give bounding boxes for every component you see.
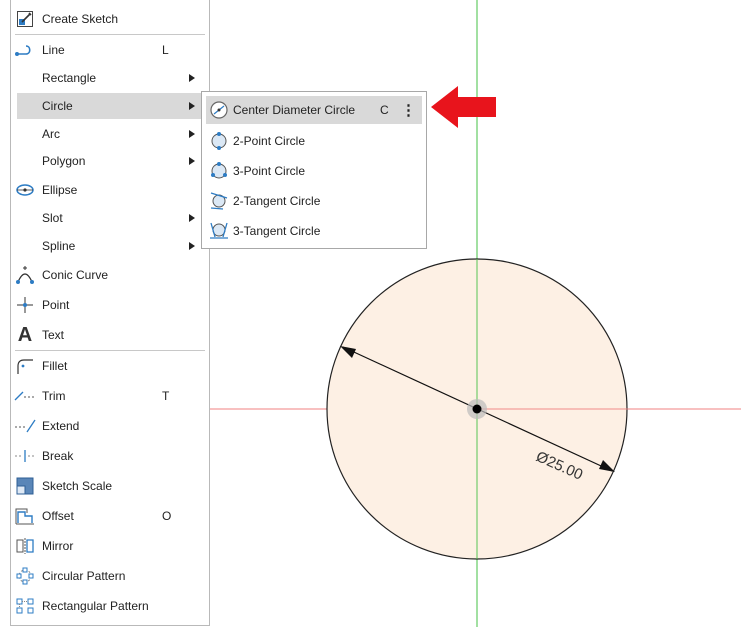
submenu-arrow-icon	[189, 74, 195, 82]
line-icon	[14, 40, 36, 60]
submenu-arrow-icon	[189, 130, 195, 138]
menu-item-fillet[interactable]: Fillet	[11, 353, 209, 379]
more-options-icon[interactable]: ⋮	[401, 101, 416, 119]
menu-item-point[interactable]: Point	[11, 292, 209, 318]
text-icon: A	[17, 323, 33, 346]
menu-item-trim[interactable]: Trim T	[11, 383, 209, 409]
conic-curve-icon	[14, 265, 36, 285]
circle-submenu: Center Diameter Circle C ⋮ 2-Point Circl…	[201, 91, 427, 249]
submenu-arrow-icon	[189, 214, 195, 222]
menu-item-text[interactable]: A Text	[11, 322, 209, 348]
point-icon	[14, 295, 36, 315]
fillet-icon	[14, 356, 36, 376]
rectangular-pattern-icon	[14, 596, 36, 616]
center-diameter-circle-icon	[208, 100, 230, 120]
submenu-arrow-icon	[189, 102, 195, 110]
menu-item-slot[interactable]: Slot	[11, 205, 209, 231]
break-icon	[14, 446, 36, 466]
menu-item-polygon[interactable]: Polygon	[11, 148, 209, 174]
menu-item-circular-pattern[interactable]: Circular Pattern	[11, 563, 209, 589]
menu-item-spline[interactable]: Spline	[11, 233, 209, 259]
offset-icon	[14, 506, 36, 526]
trim-icon	[14, 386, 36, 406]
menu-item-sketch-scale[interactable]: Sketch Scale	[11, 473, 209, 499]
submenu-item-center-diameter-circle[interactable]: Center Diameter Circle C ⋮	[206, 96, 422, 124]
submenu-arrow-icon	[189, 242, 195, 250]
menu-item-conic-curve[interactable]: Conic Curve	[11, 262, 209, 288]
menu-item-break[interactable]: Break	[11, 443, 209, 469]
create-menu: Create Sketch Line L Rectangle Circle Ar…	[10, 0, 210, 626]
menu-item-offset[interactable]: Offset O	[11, 503, 209, 529]
menu-item-rectangle[interactable]: Rectangle	[11, 65, 209, 91]
menu-item-arc[interactable]: Arc	[11, 121, 209, 147]
menu-item-line[interactable]: Line L	[11, 37, 209, 63]
menu-item-rectangular-pattern[interactable]: Rectangular Pattern	[11, 593, 209, 619]
submenu-arrow-icon	[189, 157, 195, 165]
sketch-scale-icon	[14, 476, 36, 496]
submenu-item-three-point-circle[interactable]: 3-Point Circle	[206, 157, 422, 185]
two-point-circle-icon	[208, 131, 230, 151]
circular-pattern-icon	[14, 566, 36, 586]
mirror-icon	[14, 536, 36, 556]
three-point-circle-icon	[208, 161, 230, 181]
submenu-item-two-tangent-circle[interactable]: 2-Tangent Circle	[206, 187, 422, 215]
submenu-item-three-tangent-circle[interactable]: 3-Tangent Circle	[206, 217, 422, 245]
callout-arrow-icon	[431, 86, 496, 128]
extend-icon	[14, 416, 36, 436]
menu-item-ellipse[interactable]: Ellipse	[11, 177, 209, 203]
center-point[interactable]	[472, 404, 482, 414]
menu-item-circle[interactable]: Circle	[17, 93, 209, 119]
ellipse-icon	[14, 180, 36, 200]
submenu-item-two-point-circle[interactable]: 2-Point Circle	[206, 127, 422, 155]
menu-item-extend[interactable]: Extend	[11, 413, 209, 439]
three-tangent-circle-icon	[208, 221, 230, 241]
menu-item-create-sketch[interactable]: Create Sketch	[11, 6, 209, 32]
menu-item-mirror[interactable]: Mirror	[11, 533, 209, 559]
create-sketch-icon	[14, 9, 36, 29]
two-tangent-circle-icon	[208, 191, 230, 211]
